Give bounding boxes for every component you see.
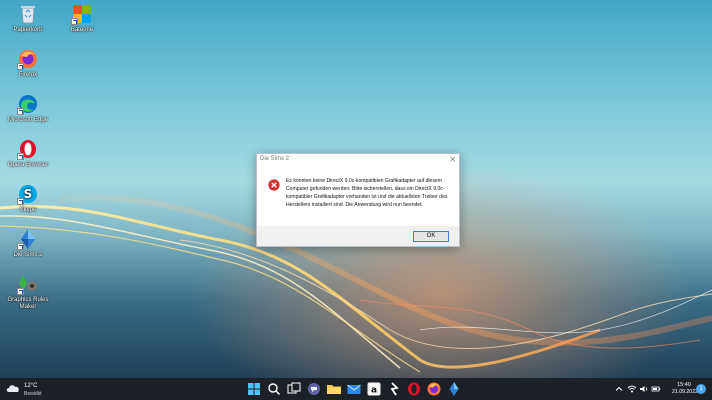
- desktop-icon-label: Firefox: [18, 72, 38, 78]
- desktop-icon-recycle-bin[interactable]: Papierkorb: [0, 3, 56, 34]
- sims-taskbar-icon[interactable]: [446, 381, 462, 397]
- mail-icon[interactable]: [346, 381, 362, 397]
- edge-icon: [17, 93, 39, 115]
- file-explorer-icon[interactable]: [326, 381, 342, 397]
- desktop-icon-label: Microsoft Edge: [7, 117, 49, 123]
- svg-text:a: a: [371, 386, 377, 396]
- dialog-titlebar[interactable]: Die Sims 2 ✕: [257, 154, 459, 166]
- amazon-icon[interactable]: a: [366, 381, 382, 397]
- teams-chat-icon[interactable]: [306, 381, 322, 397]
- desktop-icon-label: Opera Browser: [7, 162, 49, 168]
- desktop-icon-label: Skype: [19, 207, 37, 213]
- taskbar: 12°C Bewölkt a 15:40 21.09.2022 1: [0, 378, 712, 400]
- notification-badge[interactable]: 1: [696, 384, 706, 394]
- error-dialog: Die Sims 2 ✕ Es konnten keine DirectX 9.…: [256, 153, 460, 247]
- desktop-icon-firefox[interactable]: Firefox: [0, 48, 56, 79]
- wifi-icon[interactable]: [627, 384, 637, 394]
- search-icon[interactable]: [266, 381, 282, 397]
- dialog-footer: OK: [257, 226, 459, 246]
- chevron-up-icon[interactable]: [614, 384, 624, 394]
- close-icon[interactable]: ✕: [449, 154, 456, 165]
- cloud-icon: [6, 385, 19, 392]
- desktop-icon-label: Papierkorb: [13, 27, 43, 33]
- dialog-title: Die Sims 2: [260, 156, 290, 162]
- clock[interactable]: 15:40 21.09.2022: [672, 381, 698, 396]
- desktop-icon-label: Die Sims 2: [13, 252, 43, 258]
- ok-button[interactable]: OK: [413, 231, 449, 242]
- opera-taskbar-icon[interactable]: [406, 381, 422, 397]
- skype-icon: S: [17, 183, 39, 205]
- desktop: Papierkorb Bateone Firefox Microsoft Edg…: [0, 0, 712, 378]
- battery-icon[interactable]: [651, 384, 661, 394]
- weather-temperature: 12°C: [24, 383, 38, 389]
- weather-condition: Bewölkt: [24, 391, 42, 397]
- sims-plumbob-icon: [17, 228, 39, 250]
- desktop-icon-label: Graphics Rules Maker: [7, 297, 49, 310]
- dialog-body: Es konnten keine DirectX 9.0c-kompatible…: [257, 166, 459, 225]
- desktop-icon-graphics-rules-maker[interactable]: Graphics Rules Maker: [0, 273, 56, 311]
- dialog-message: Es konnten keine DirectX 9.0c-kompatible…: [286, 178, 448, 209]
- desktop-icon-label: Bateone: [70, 27, 94, 33]
- volume-icon[interactable]: [639, 384, 649, 394]
- svg-text:S: S: [24, 187, 33, 201]
- graphics-rules-maker-icon: [17, 273, 39, 295]
- firefox-icon: [17, 48, 39, 70]
- capcut-icon[interactable]: [386, 381, 402, 397]
- task-view-icon[interactable]: [286, 381, 302, 397]
- windows-start-icon[interactable]: [246, 381, 262, 397]
- desktop-icon-bateone[interactable]: Bateone: [54, 3, 110, 34]
- firefox-taskbar-icon[interactable]: [426, 381, 442, 397]
- clock-time: 15:40: [677, 382, 691, 388]
- opera-icon: [17, 138, 39, 160]
- desktop-icon-opera[interactable]: Opera Browser: [0, 138, 56, 169]
- error-icon: [268, 179, 280, 191]
- desktop-icon-skype[interactable]: S Skype: [0, 183, 56, 214]
- desktop-icon-edge[interactable]: Microsoft Edge: [0, 93, 56, 124]
- desktop-icon-sims2[interactable]: Die Sims 2: [0, 228, 56, 259]
- bateone-icon: [71, 3, 93, 25]
- clock-date: 21.09.2022: [672, 389, 698, 395]
- recycle-bin-icon: [17, 3, 39, 25]
